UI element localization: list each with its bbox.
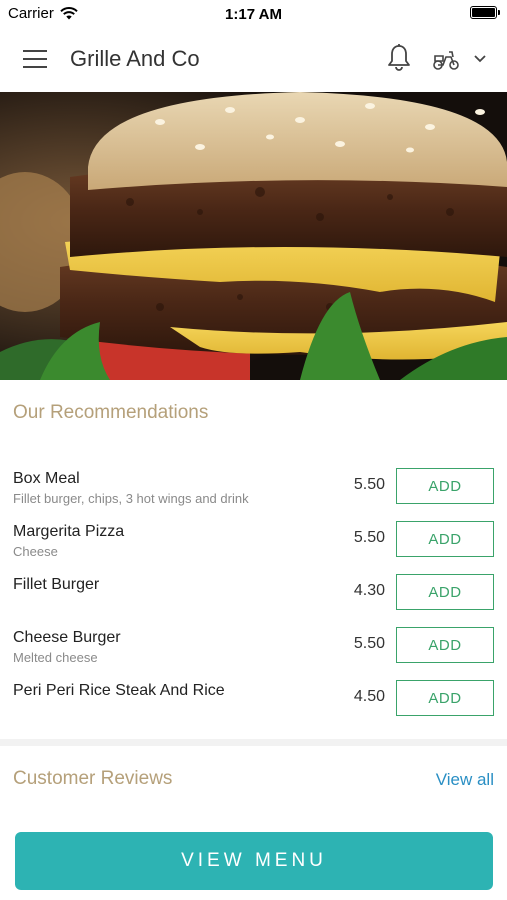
item-description: Fillet burger, chips, 3 hot wings and dr… bbox=[13, 491, 249, 506]
view-all-link[interactable]: View all bbox=[436, 770, 494, 790]
item-name: Cheese Burger bbox=[13, 629, 121, 646]
add-button[interactable]: ADD bbox=[396, 627, 494, 663]
section-divider bbox=[0, 739, 507, 746]
menu-icon[interactable] bbox=[23, 50, 47, 68]
list-item: Peri Peri Rice Steak And Rice 4.50 ADD bbox=[0, 676, 507, 726]
item-description: Melted cheese bbox=[13, 650, 98, 665]
item-name: Margerita Pizza bbox=[13, 523, 125, 540]
list-item: Margerita Pizza Cheese 5.50 ADD bbox=[0, 517, 507, 567]
item-price: 4.50 bbox=[353, 688, 385, 705]
add-button[interactable]: ADD bbox=[396, 521, 494, 557]
add-button[interactable]: ADD bbox=[396, 574, 494, 610]
wifi-icon bbox=[60, 7, 78, 20]
view-menu-button[interactable]: VIEW MENU bbox=[15, 832, 493, 890]
scooter-icon[interactable] bbox=[431, 47, 461, 71]
carrier-label: Carrier bbox=[8, 5, 54, 22]
item-name: Fillet Burger bbox=[13, 576, 100, 593]
list-item: Fillet Burger 4.30 ADD bbox=[0, 570, 507, 620]
status-time: 1:17 AM bbox=[225, 5, 282, 23]
item-price: 5.50 bbox=[353, 476, 385, 493]
list-item: Box Meal Fillet burger, chips, 3 hot win… bbox=[0, 464, 507, 514]
item-price: 4.30 bbox=[353, 582, 385, 599]
item-description: Cheese bbox=[13, 544, 58, 559]
nav-bar: Grille And Co bbox=[0, 28, 507, 92]
carrier-group: Carrier bbox=[8, 5, 78, 22]
add-button[interactable]: ADD bbox=[396, 680, 494, 716]
bell-icon[interactable] bbox=[386, 43, 412, 73]
item-name: Peri Peri Rice Steak And Rice bbox=[13, 682, 225, 699]
item-price: 5.50 bbox=[353, 529, 385, 546]
item-price: 5.50 bbox=[353, 635, 385, 652]
page-title: Grille And Co bbox=[70, 46, 200, 71]
item-name: Box Meal bbox=[13, 470, 80, 487]
reviews-title: Customer Reviews bbox=[13, 768, 173, 789]
hero-image bbox=[0, 92, 507, 380]
recommendations-title: Our Recommendations bbox=[13, 402, 209, 423]
add-button[interactable]: ADD bbox=[396, 468, 494, 504]
status-bar: Carrier 1:17 AM bbox=[0, 0, 507, 28]
list-item: Cheese Burger Melted cheese 5.50 ADD bbox=[0, 623, 507, 673]
chevron-down-icon[interactable] bbox=[473, 53, 487, 65]
battery-icon bbox=[470, 6, 500, 19]
